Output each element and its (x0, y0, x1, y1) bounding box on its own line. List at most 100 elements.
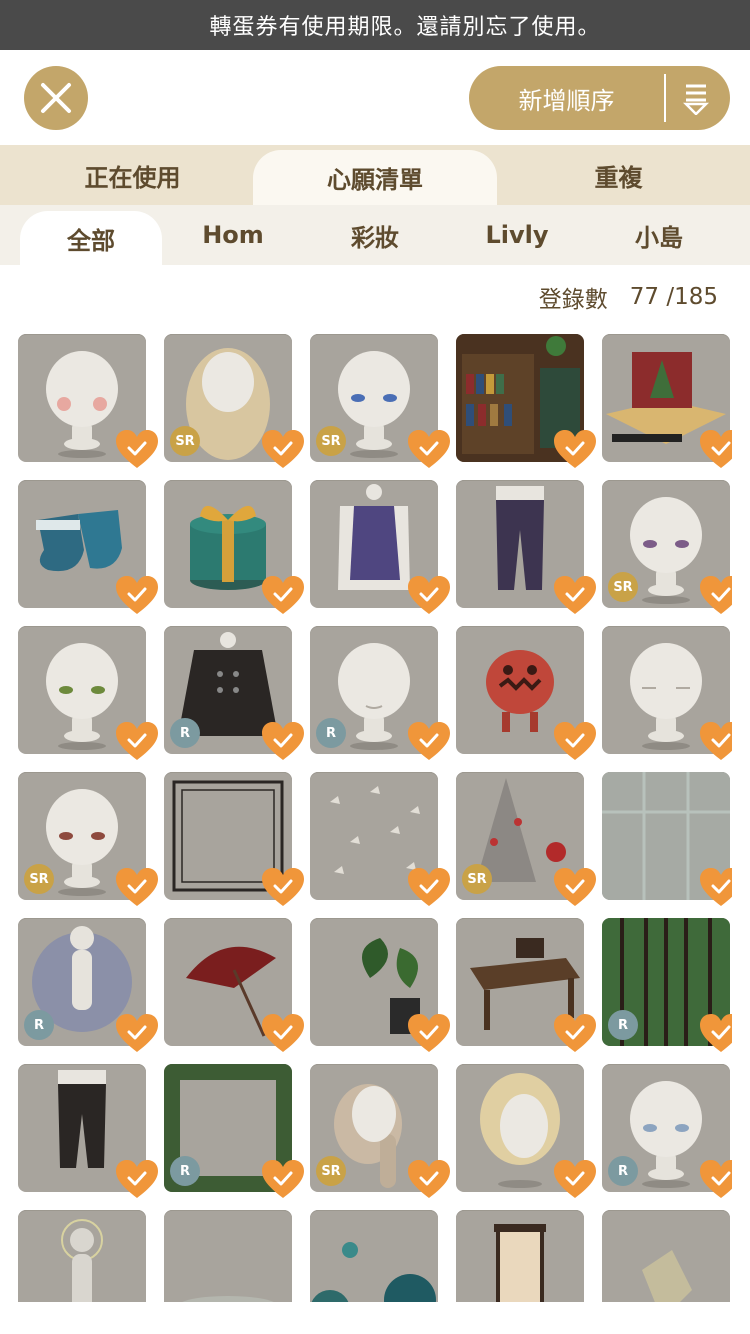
rarity-badge: SR (24, 864, 54, 894)
item-grid: SR SR SR R R SR SR R R R SR R (18, 334, 732, 1302)
item-card-vest-coat[interactable] (310, 480, 450, 614)
main-tabs: 正在使用 心願清單 重複 (0, 145, 750, 205)
category-hom[interactable]: Hom (162, 205, 304, 265)
sort-order-label: 新增順序 (518, 86, 615, 115)
item-card-paper-lantern[interactable] (456, 1210, 584, 1302)
wishlist-heart-icon[interactable] (260, 428, 306, 470)
item-card-head-green-eyes[interactable] (18, 626, 158, 760)
item-card-trousers[interactable] (456, 480, 596, 614)
item-card-head-red-eyes[interactable]: SR (18, 772, 158, 906)
count-label: 登錄數 (538, 287, 608, 313)
rarity-badge: SR (462, 864, 492, 894)
item-card-red-umbrella[interactable] (164, 918, 304, 1052)
item-card-body-halo[interactable] (18, 1210, 146, 1302)
item-card-gift-box[interactable] (164, 480, 304, 614)
wishlist-heart-icon[interactable] (698, 1158, 732, 1200)
item-thumbnail (164, 1210, 292, 1302)
count-value: 77 /185 (629, 284, 718, 310)
wishlist-heart-icon[interactable] (406, 1158, 452, 1200)
rarity-badge: R (24, 1010, 54, 1040)
item-card-pumpkin-creature[interactable] (456, 626, 596, 760)
item-card-hair-wavy[interactable]: SR (164, 334, 304, 468)
item-card-crystal-shard[interactable] (602, 1210, 730, 1302)
wishlist-heart-icon[interactable] (406, 866, 452, 908)
wishlist-heart-icon[interactable] (698, 866, 732, 908)
item-card-potted-plant[interactable] (310, 918, 450, 1052)
item-card-leaf-frame[interactable]: R (164, 1064, 304, 1198)
item-card-head-blush[interactable] (18, 334, 158, 468)
item-card-popup-book[interactable] (602, 334, 732, 468)
wishlist-heart-icon[interactable] (406, 1012, 452, 1054)
category-island[interactable]: 小島 (588, 205, 730, 265)
wishlist-heart-icon[interactable] (260, 1158, 306, 1200)
item-card-hair-blonde-braid[interactable] (456, 1064, 596, 1198)
wishlist-heart-icon[interactable] (406, 574, 452, 616)
rarity-badge: SR (316, 426, 346, 456)
item-card-head-sleepy[interactable] (602, 626, 732, 760)
wishlist-heart-icon[interactable] (552, 866, 598, 908)
sort-descending-icon (683, 84, 709, 115)
wishlist-heart-icon[interactable] (552, 574, 598, 616)
wishlist-heart-icon[interactable] (114, 720, 160, 762)
item-card-head-closed-eyes[interactable]: R (310, 626, 450, 760)
close-icon (41, 83, 71, 113)
rarity-badge: R (170, 1156, 200, 1186)
category-livly[interactable]: Livly (446, 205, 588, 265)
item-card-coral-plants[interactable] (310, 1210, 438, 1302)
wishlist-heart-icon[interactable] (114, 1012, 160, 1054)
wishlist-heart-icon[interactable] (552, 720, 598, 762)
wishlist-heart-icon[interactable] (260, 574, 306, 616)
item-card-silver-tree[interactable]: SR (456, 772, 596, 906)
wishlist-heart-icon[interactable] (698, 574, 732, 616)
item-card-mist-floor[interactable] (164, 1210, 292, 1302)
wishlist-heart-icon[interactable] (114, 428, 160, 470)
rarity-badge: SR (608, 572, 638, 602)
item-card-hair-braid[interactable]: SR (310, 1064, 450, 1198)
wishlist-heart-icon[interactable] (698, 1012, 732, 1054)
item-card-stockings[interactable] (18, 480, 158, 614)
rarity-badge: R (608, 1156, 638, 1186)
tab-in-use[interactable]: 正在使用 (10, 145, 255, 205)
wishlist-heart-icon[interactable] (260, 720, 306, 762)
wishlist-heart-icon[interactable] (406, 428, 452, 470)
wishlist-heart-icon[interactable] (698, 428, 732, 470)
item-thumbnail (456, 1210, 584, 1302)
item-card-black-cape[interactable]: R (164, 626, 304, 760)
close-button[interactable] (24, 66, 88, 130)
item-thumbnail (310, 1210, 438, 1302)
item-thumbnail (602, 1210, 730, 1302)
category-all[interactable]: 全部 (20, 211, 162, 265)
wishlist-heart-icon[interactable] (406, 720, 452, 762)
category-makeup[interactable]: 彩妝 (304, 205, 446, 265)
item-card-head-blue-eyes[interactable]: SR (310, 334, 450, 468)
wishlist-heart-icon[interactable] (260, 866, 306, 908)
item-card-window[interactable] (602, 772, 732, 906)
item-card-bookshelf-room[interactable] (456, 334, 596, 468)
wishlist-heart-icon[interactable] (114, 574, 160, 616)
item-card-butterflies[interactable] (310, 772, 450, 906)
sort-order-button[interactable]: 新增順序 (469, 66, 730, 130)
registration-count: 登錄數 77 /185 (539, 280, 718, 314)
item-card-iron-gate[interactable]: R (602, 918, 732, 1052)
item-card-ornate-frame[interactable] (164, 772, 304, 906)
wishlist-heart-icon[interactable] (114, 866, 160, 908)
item-card-head-purple-eyes[interactable]: SR (602, 480, 732, 614)
wishlist-heart-icon[interactable] (552, 428, 598, 470)
item-card-head-light-eyes[interactable]: R (602, 1064, 732, 1198)
item-card-body-aura[interactable]: R (18, 918, 158, 1052)
rarity-badge: SR (170, 426, 200, 456)
item-card-black-pants[interactable] (18, 1064, 158, 1198)
wishlist-heart-icon[interactable] (114, 1158, 160, 1200)
notice-text: 轉蛋券有使用期限。還請別忘了使用。 (209, 15, 601, 40)
item-thumbnail (18, 1210, 146, 1302)
wishlist-heart-icon[interactable] (698, 720, 732, 762)
wishlist-heart-icon[interactable] (552, 1012, 598, 1054)
wishlist-heart-icon[interactable] (552, 1158, 598, 1200)
tab-wishlist[interactable]: 心願清單 (253, 150, 497, 205)
item-card-wooden-desk[interactable] (456, 918, 596, 1052)
sort-divider (664, 74, 666, 122)
rarity-badge: R (170, 718, 200, 748)
bottom-area (0, 1302, 750, 1334)
tab-duplicates[interactable]: 重複 (497, 145, 740, 205)
wishlist-heart-icon[interactable] (260, 1012, 306, 1054)
